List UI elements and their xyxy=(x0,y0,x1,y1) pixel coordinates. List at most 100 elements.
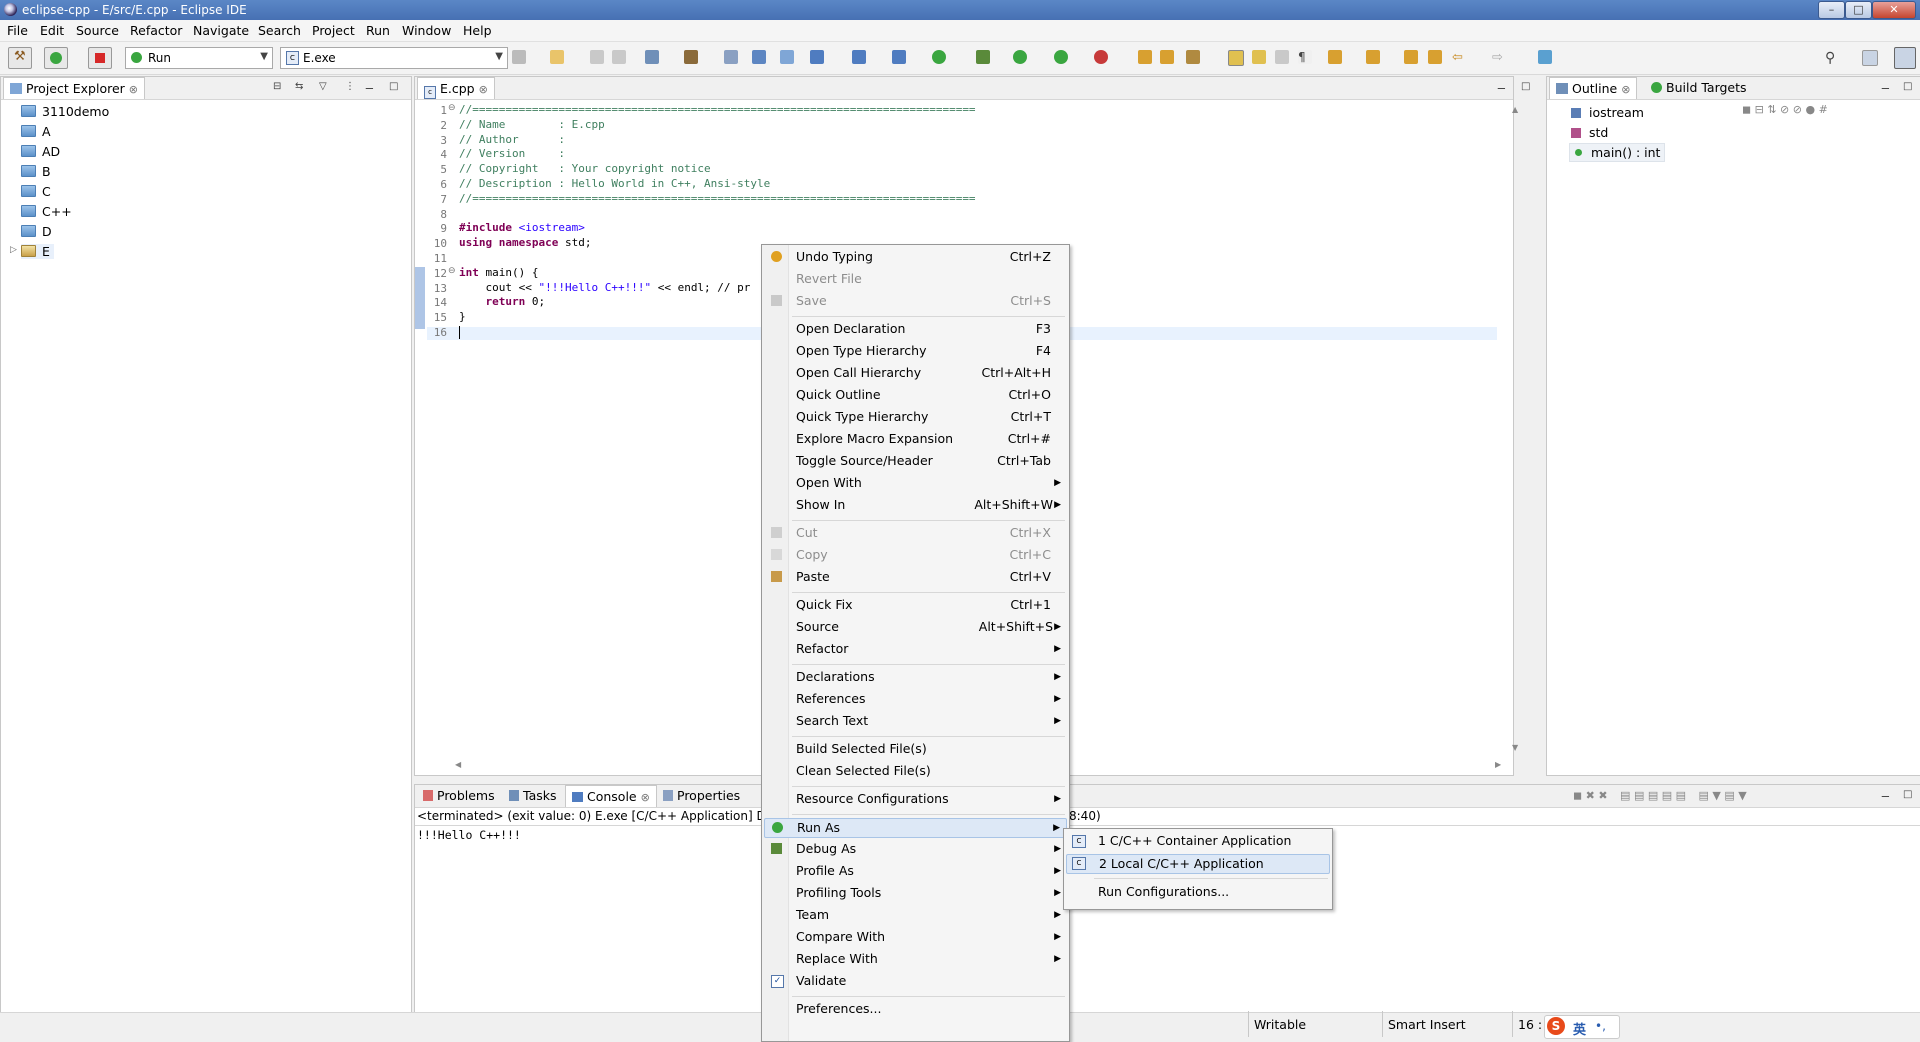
back-icon[interactable]: ⇦ xyxy=(1452,50,1466,65)
ime-toolbar[interactable]: S 英 •, xyxy=(1544,1015,1620,1039)
menu-item-search-text[interactable]: Search Text ▶ xyxy=(764,712,1067,730)
external-tools-icon[interactable] xyxy=(1094,50,1108,64)
maximize-icon[interactable]: □ xyxy=(1903,81,1912,92)
view-menu-icon[interactable]: ⋮ xyxy=(345,81,355,92)
tab-properties[interactable]: Properties xyxy=(657,785,746,806)
print-icon[interactable] xyxy=(724,50,738,64)
minimize-icon[interactable]: ⚊ xyxy=(365,81,374,92)
forward-edit-icon[interactable] xyxy=(1428,50,1442,64)
scroll-up-arrow-icon[interactable]: ▲ xyxy=(1512,105,1518,114)
menu-item-debug-as[interactable]: Debug As ▶ xyxy=(764,840,1067,858)
maximize-icon[interactable]: □ xyxy=(389,81,398,92)
scroll-down-arrow-icon[interactable]: ▼ xyxy=(1512,743,1518,752)
close-window-button[interactable]: ✕ xyxy=(1872,1,1916,19)
collapse-all-icon[interactable]: ⊟ xyxy=(273,81,281,92)
minimize-icon[interactable]: ⚊ xyxy=(1497,81,1506,92)
outline-item-namespace[interactable]: std xyxy=(1571,125,1608,140)
menu-item-profile-as[interactable]: Profile As ▶ xyxy=(764,862,1067,880)
tab-tasks[interactable]: Tasks xyxy=(503,785,563,806)
new-project-icon[interactable] xyxy=(810,50,824,64)
debug-icon[interactable] xyxy=(976,50,990,64)
project-item[interactable]: B xyxy=(21,164,51,179)
maximize-window-button[interactable]: □ xyxy=(1845,1,1872,19)
target-icon[interactable] xyxy=(645,50,659,64)
menu-item-source[interactable]: Source Alt+Shift+S ▶ xyxy=(764,618,1067,636)
next-annotation-icon[interactable] xyxy=(1328,50,1342,64)
launch-run-icon[interactable] xyxy=(44,47,68,69)
menu-item-quick-type-hierarchy[interactable]: Quick Type Hierarchy Ctrl+T xyxy=(764,408,1067,426)
run-configurations[interactable]: Run Configurations... xyxy=(1066,883,1330,901)
launch-config-select[interactable]: C E.exe ▼ xyxy=(280,47,508,69)
menu-item-quick-outline[interactable]: Quick Outline Ctrl+O xyxy=(764,386,1067,404)
menu-item-open-declaration[interactable]: Open Declaration F3 xyxy=(764,320,1067,338)
run-as-container-application[interactable]: C 1 C/C++ Container Application xyxy=(1066,832,1330,850)
tab-outline[interactable]: Outline ⊗ xyxy=(1549,77,1638,99)
terminal-icon[interactable] xyxy=(752,50,766,64)
maximize-icon[interactable]: □ xyxy=(1521,81,1530,92)
project-item[interactable]: AD xyxy=(21,144,60,159)
menu-item-show-in[interactable]: Show In Alt+Shift+W ▶ xyxy=(764,496,1067,514)
menu-project[interactable]: Project xyxy=(312,23,355,38)
project-item[interactable]: C xyxy=(21,184,51,199)
console-toolbar-icons[interactable]: ◼ ✖ ✖ ▤ ▤ ▤ ▤ ▤ ▤ ▼ ▤ ▼ xyxy=(1573,789,1747,802)
tab-console[interactable]: Console ⊗ xyxy=(565,785,657,807)
project-item-selected[interactable]: E xyxy=(21,244,54,259)
menu-item-preferences[interactable]: Preferences... xyxy=(764,1000,1067,1018)
menu-item-resource-configurations[interactable]: Resource Configurations ▶ xyxy=(764,790,1067,808)
filter-icon[interactable]: ▽ xyxy=(319,81,327,92)
run-as-local-application[interactable]: C 2 Local C/C++ Application xyxy=(1066,854,1330,874)
build-hammer-icon[interactable]: ⚒ xyxy=(8,47,32,69)
minimize-icon[interactable]: ⚊ xyxy=(1881,789,1890,800)
menu-item-replace-with[interactable]: Replace With ▶ xyxy=(764,950,1067,968)
close-icon[interactable]: ⊗ xyxy=(641,791,650,804)
tab-e-cpp[interactable]: c E.cpp ⊗ xyxy=(417,77,495,99)
new-file-icon[interactable] xyxy=(550,50,564,64)
prev-annotation-icon[interactable] xyxy=(1366,50,1380,64)
menu-item-open-type-hierarchy[interactable]: Open Type Hierarchy F4 xyxy=(764,342,1067,360)
menu-item-refactor[interactable]: Refactor ▶ xyxy=(764,640,1067,658)
menu-item-explore-macro-expansion[interactable]: Explore Macro Expansion Ctrl+# xyxy=(764,430,1067,448)
terminate-stop-icon[interactable] xyxy=(88,47,112,69)
menu-item-references[interactable]: References ▶ xyxy=(764,690,1067,708)
menu-item-open-call-hierarchy[interactable]: Open Call Hierarchy Ctrl+Alt+H xyxy=(764,364,1067,382)
search-file-icon[interactable] xyxy=(780,50,794,64)
link-editor-icon[interactable]: ⇆ xyxy=(295,81,303,92)
expand-arrow-icon[interactable]: ▷ xyxy=(10,245,17,255)
scroll-right-arrow-icon[interactable]: ▶ xyxy=(1495,760,1501,769)
close-icon[interactable]: ⊗ xyxy=(479,83,488,96)
project-item[interactable]: 3110demo xyxy=(21,104,109,119)
menu-item-team[interactable]: Team ▶ xyxy=(764,906,1067,924)
menu-edit[interactable]: Edit xyxy=(40,23,64,38)
menu-item-run-as[interactable]: Run As ▶ xyxy=(764,818,1067,838)
menu-item-undo-typing[interactable]: Undo Typing Ctrl+Z xyxy=(764,248,1067,266)
menu-run[interactable]: Run xyxy=(366,23,390,38)
cpp-perspective-icon[interactable] xyxy=(1894,47,1916,69)
highlight-icon[interactable] xyxy=(1252,50,1266,64)
search-icon[interactable] xyxy=(1186,50,1200,64)
menu-navigate[interactable]: Navigate xyxy=(193,23,249,38)
outline-item-function[interactable]: main() : int xyxy=(1569,143,1666,162)
close-icon[interactable]: ⊗ xyxy=(129,83,138,96)
search-icon[interactable]: ⚲ xyxy=(1825,50,1839,66)
save-all-icon[interactable] xyxy=(612,50,626,64)
menu-file[interactable]: File xyxy=(7,23,28,38)
open-type-icon[interactable] xyxy=(1138,50,1152,64)
save-icon[interactable] xyxy=(590,50,604,64)
block-select-icon[interactable] xyxy=(1275,50,1289,64)
menu-item-toggle-source-header[interactable]: Toggle Source/Header Ctrl+Tab xyxy=(764,452,1067,470)
menu-item-paste[interactable]: Paste Ctrl+V xyxy=(764,568,1067,586)
pin-editor-icon[interactable] xyxy=(1538,50,1552,64)
run-icon[interactable] xyxy=(1013,50,1027,64)
mark-occurrences-icon[interactable] xyxy=(1228,50,1244,66)
fold-toggle-icon[interactable]: ⊖ xyxy=(448,103,456,113)
project-item[interactable]: D xyxy=(21,224,52,239)
close-icon[interactable]: ⊗ xyxy=(1621,83,1630,96)
minimize-window-button[interactable]: – xyxy=(1818,1,1845,19)
open-element-icon[interactable] xyxy=(1160,50,1174,64)
build-icon[interactable] xyxy=(684,50,698,64)
show-whitespace-icon[interactable]: ¶ xyxy=(1298,50,1312,64)
coverage-icon[interactable] xyxy=(1054,50,1068,64)
menu-item-open-with[interactable]: Open With ▶ xyxy=(764,474,1067,492)
menu-window[interactable]: Window xyxy=(402,23,451,38)
project-item[interactable]: C++ xyxy=(21,204,72,219)
